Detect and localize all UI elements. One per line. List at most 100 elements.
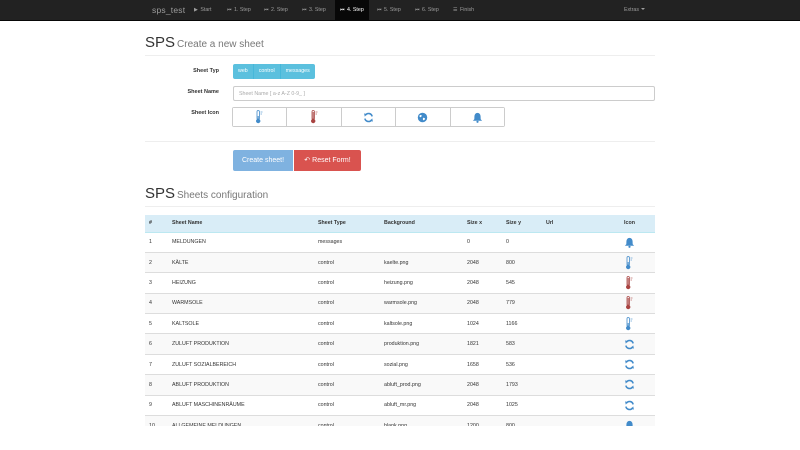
nav-item-step-5[interactable]: ⏮ 5. Step: [377, 0, 401, 20]
type-web-button[interactable]: web: [233, 64, 254, 79]
cell-row-num: 9: [145, 394, 168, 416]
cell-url: [542, 353, 604, 375]
cell-size-x: 1658: [463, 353, 502, 375]
nav-item-label: Start: [200, 7, 212, 13]
thermometer-cold-icon: [625, 316, 634, 331]
cell-row-num: 4: [145, 292, 168, 314]
table-row[interactable]: 5 KALTSOLE control kaltsole.png 1024 1166: [145, 313, 655, 334]
cell-size-x: 2048: [463, 374, 502, 396]
navbar-brand[interactable]: sps_test: [152, 5, 185, 15]
thermometer-hot-icon: [310, 110, 318, 124]
cell-size-x: 1200: [463, 415, 502, 426]
cell-row-num: 6: [145, 333, 168, 355]
nav-item-step-1[interactable]: ⏮ 1. Step: [227, 0, 251, 20]
cell-size-x: 2048: [463, 394, 502, 416]
cell-sheet-type: control: [314, 313, 380, 334]
cell-background: produktion.png: [380, 333, 463, 355]
cell-url: [542, 313, 604, 334]
icon-option-thermometer-cold[interactable]: [233, 108, 288, 126]
cell-row-num: 3: [145, 272, 168, 294]
icon-option-refresh[interactable]: [341, 108, 397, 126]
table-row[interactable]: 7 ZULUFT SOZIALBEREICH control sozial.png 16…: [145, 353, 655, 375]
cell-background: abluft_mr.png: [380, 394, 463, 416]
cell-size-y: 1166: [502, 313, 542, 334]
cell-size-x: 1024: [463, 313, 502, 334]
table-row[interactable]: 9 ABLUFT MASCHINENRÄUME control abluft_mr.p…: [145, 394, 655, 416]
refresh-icon: [364, 112, 373, 122]
icon-option-thermometer-hot[interactable]: [287, 108, 342, 126]
sheets-table-container[interactable]: # Sheet Name Sheet Type Background Size …: [145, 215, 655, 426]
cell-sheet-type: control: [314, 374, 380, 396]
reset-form-button[interactable]: ↶ Reset Form!: [294, 150, 361, 171]
play-icon: ▶: [194, 7, 198, 13]
cell-background: [380, 231, 463, 253]
cell-sheet-name: ABLUFT PRODUKTION: [168, 374, 314, 396]
cell-icon: [604, 292, 655, 314]
thermometer-cold-icon: [256, 110, 263, 124]
type-messages-button[interactable]: messages: [280, 64, 315, 79]
nav-item-label: 4. Step: [347, 7, 364, 13]
cell-size-y: 800: [502, 251, 542, 273]
nav-item-step-3[interactable]: ⏮ 3. Step: [302, 0, 326, 20]
cell-size-x: 1821: [463, 333, 502, 355]
table-row[interactable]: 2 KÄLTE control kaelte.png 2048 800: [145, 251, 655, 273]
column-header-background: Background: [380, 215, 463, 233]
cell-size-y: 1025: [502, 394, 542, 416]
cell-icon: [604, 231, 655, 253]
cell-url: [542, 292, 604, 314]
config-heading: SPS Sheets configuration: [145, 185, 268, 202]
icon-option-globe[interactable]: [396, 108, 451, 126]
nav-item-step-6[interactable]: ⏮ 6. Step: [415, 0, 439, 20]
type-control-button[interactable]: control: [253, 64, 281, 79]
cell-url: [542, 251, 604, 273]
nav-item-step-4[interactable]: ⏮ 4. Step: [335, 0, 369, 20]
undo-icon: ↶: [304, 157, 311, 164]
cell-sheet-name: ZULUFT SOZIALBEREICH: [168, 353, 314, 375]
thermometer-hot-icon: [625, 296, 634, 310]
thermometer-hot-icon: [625, 276, 634, 290]
caret-down-icon: [641, 8, 646, 10]
reset-form-label: Reset Form!: [312, 157, 351, 164]
step-icon: ⏮: [340, 7, 345, 13]
cell-url: [542, 272, 604, 294]
table-row[interactable]: 1 MELDUNGEN messages 0 0: [145, 231, 655, 253]
nav-item-step-2[interactable]: ⏮ 2. Step: [264, 0, 288, 20]
bell-icon: [472, 112, 482, 123]
sheets-table: # Sheet Name Sheet Type Background Size …: [145, 215, 655, 426]
icon-option-bell[interactable]: [450, 108, 505, 126]
heading-brand: SPS: [145, 185, 176, 202]
nav-item-label: 6. Step: [422, 7, 439, 13]
cell-size-y: 1793: [502, 374, 542, 396]
table-row[interactable]: 4 WARMSOLE control warmsole.png 2048 779: [145, 292, 655, 314]
nav-item-finish[interactable]: ☰ Finish: [453, 0, 474, 20]
cell-sheet-name: KÄLTE: [168, 251, 314, 273]
divider: [145, 55, 655, 56]
heading-subtitle: Sheets configuration: [177, 190, 269, 201]
table-row[interactable]: 6 ZULUFT PRODUKTION control produktion.png 1…: [145, 333, 655, 355]
refresh-icon: [624, 339, 635, 350]
create-sheet-button[interactable]: Create sheet!: [233, 150, 293, 171]
cell-sheet-name: ABLUFT MASCHINENRÄUME: [168, 394, 314, 416]
column-header-size-y: Size y: [502, 215, 542, 233]
cell-icon: [604, 394, 655, 416]
create-sheet-heading: SPS Create a new sheet: [145, 34, 264, 51]
table-row[interactable]: 8 ABLUFT PRODUKTION control abluft_prod.png…: [145, 374, 655, 396]
heading-brand: SPS: [145, 34, 176, 51]
sheet-icon-label: Sheet Icon: [191, 110, 219, 116]
cell-icon: [604, 374, 655, 396]
table-row[interactable]: 10 ALLGEMEINE MELDUNGEN control blank.png 12…: [145, 415, 655, 426]
cell-background: warmsole.png: [380, 292, 463, 314]
bell-icon: [624, 237, 635, 248]
cell-url: [542, 394, 604, 416]
column-header-type: Sheet Type: [314, 215, 380, 233]
cell-size-y: 545: [502, 272, 542, 294]
column-header-num: #: [145, 215, 168, 233]
cell-size-y: 800: [502, 415, 542, 426]
nav-item-start[interactable]: ▶ Start: [194, 0, 212, 20]
table-header-row: # Sheet Name Sheet Type Background Size …: [145, 215, 655, 233]
extras-dropdown[interactable]: Extras: [624, 0, 646, 20]
sheet-name-input[interactable]: [233, 86, 655, 101]
globe-icon: [418, 112, 428, 122]
cell-sheet-name: ZULUFT PRODUKTION: [168, 333, 314, 355]
table-row[interactable]: 3 HEIZUNG control heizung.png 2048 545: [145, 272, 655, 294]
